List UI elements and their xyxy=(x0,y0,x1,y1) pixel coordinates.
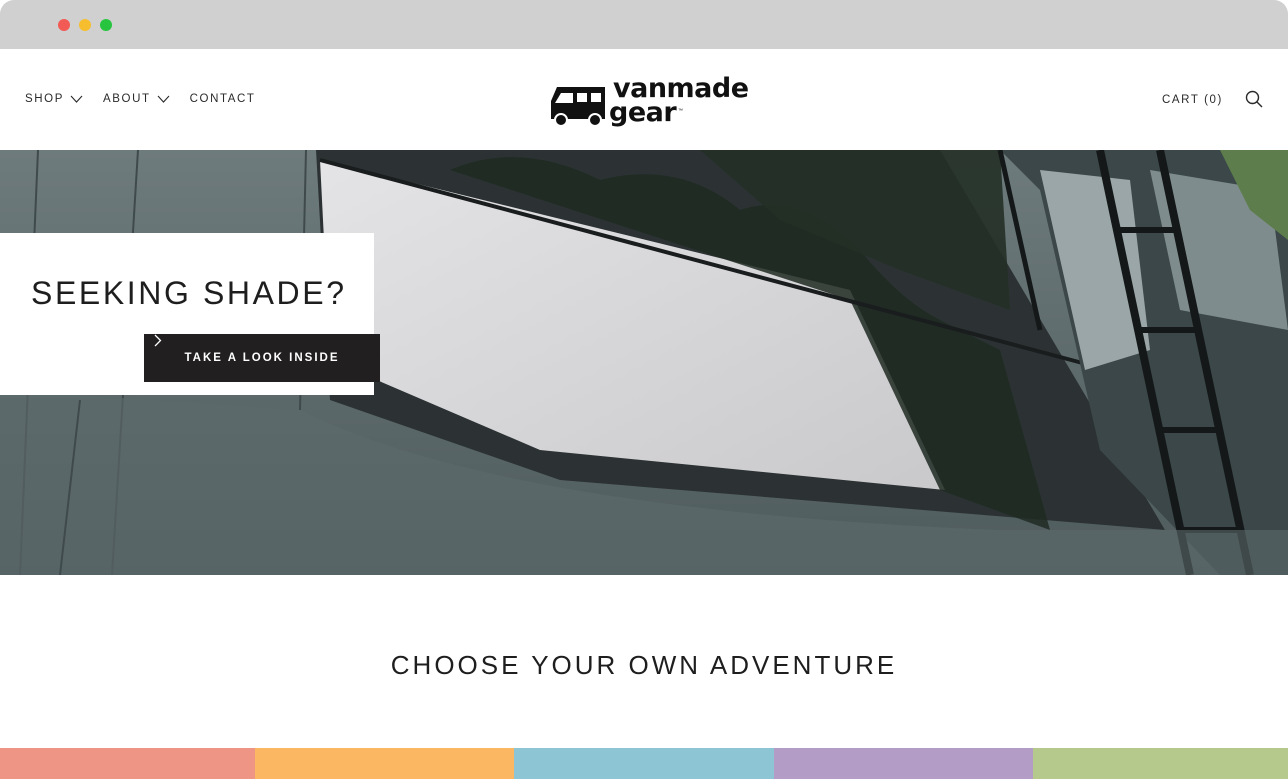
section-title: CHOOSE YOUR OWN ADVENTURE xyxy=(390,650,898,680)
category-tile-4[interactable] xyxy=(774,748,1033,779)
chevron-down-icon xyxy=(70,95,83,103)
category-tile-3[interactable] xyxy=(514,748,774,779)
nav-label: SHOP xyxy=(25,93,64,105)
close-window-dot[interactable] xyxy=(58,19,70,31)
browser-titlebar xyxy=(0,0,1288,49)
search-icon[interactable] xyxy=(1244,89,1264,109)
cart-link[interactable]: CART (0) xyxy=(1162,94,1223,106)
logo-text-line2: gear xyxy=(609,97,677,128)
site-logo[interactable]: vanmade gear ™ xyxy=(547,73,749,128)
hero-banner: SEEKING SHADE? TAKE A LOOK INSIDE xyxy=(0,150,1288,575)
nav-label: CONTACT xyxy=(189,93,256,105)
nav-label: ABOUT xyxy=(103,93,151,105)
take-a-look-inside-button[interactable]: TAKE A LOOK INSIDE xyxy=(144,334,380,382)
button-label: TAKE A LOOK INSIDE xyxy=(184,352,340,364)
category-tile-5[interactable] xyxy=(1033,748,1288,779)
nav-item-contact[interactable]: CONTACT xyxy=(190,93,256,105)
maximize-window-dot[interactable] xyxy=(100,19,112,31)
hero-title: SEEKING SHADE? xyxy=(31,275,347,311)
nav-item-shop[interactable]: SHOP xyxy=(25,93,83,105)
main-nav: SHOP ABOUT CONTACT xyxy=(25,93,276,105)
site-header: SHOP ABOUT CONTACT vanmade gear ™ CART (… xyxy=(0,49,1288,150)
category-tile-2[interactable] xyxy=(255,748,514,779)
category-color-strip xyxy=(0,748,1288,779)
minimize-window-dot[interactable] xyxy=(79,19,91,31)
chevron-down-icon xyxy=(157,95,170,103)
van-icon xyxy=(551,87,605,127)
nav-item-about[interactable]: ABOUT xyxy=(103,93,170,105)
logo-trademark: ™ xyxy=(678,108,683,114)
category-tile-1[interactable] xyxy=(0,748,255,779)
chevron-right-icon xyxy=(154,334,162,347)
